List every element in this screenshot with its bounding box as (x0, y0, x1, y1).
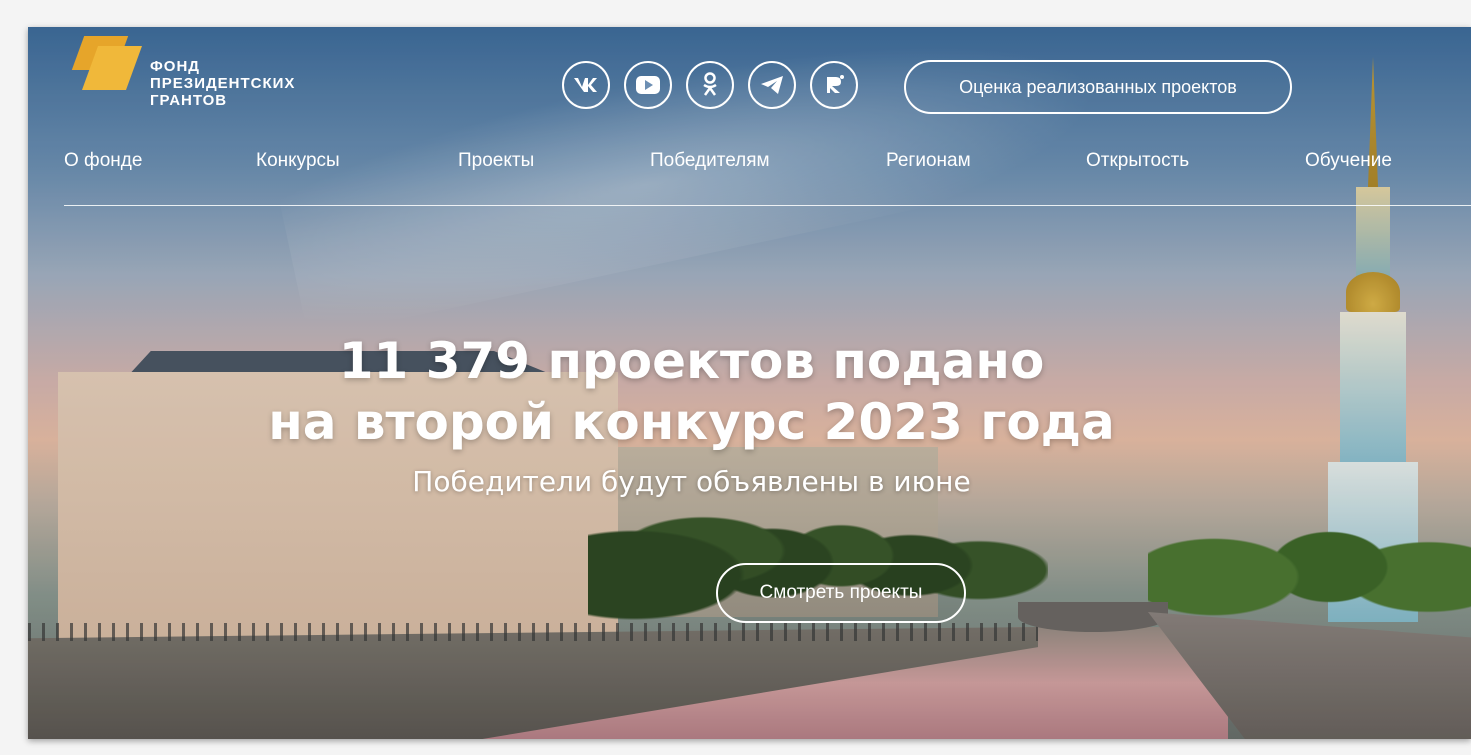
social-links (562, 61, 858, 109)
nav-item-projects[interactable]: Проекты (458, 150, 534, 172)
logo-line: ФОНД (150, 58, 200, 75)
main-nav: О фонде Конкурсы Проекты Победителям Рег… (64, 147, 1471, 206)
youtube-icon[interactable] (624, 61, 672, 109)
logo-text: ФОНД ПРЕЗИДЕНТСКИХ ГРАНТОВ (150, 58, 295, 109)
nav-item-education[interactable]: Обучение (1305, 150, 1392, 172)
nav-item-openness[interactable]: Открытость (1086, 150, 1189, 172)
telegram-icon[interactable] (748, 61, 796, 109)
hero-subtitle: Победители будут объявлены в июне (412, 465, 971, 498)
logo-line: ГРАНТОВ (150, 92, 228, 109)
hero-title-line: на второй конкурс 2023 года (268, 393, 1115, 451)
vk-icon[interactable] (562, 61, 610, 109)
site-logo[interactable]: ФОНД ПРЕЗИДЕНТСКИХ ГРАНТОВ (71, 30, 295, 109)
nav-item-about[interactable]: О фонде (64, 150, 142, 172)
rutube-icon[interactable] (810, 61, 858, 109)
hero-title: 11 379 проектов подано на второй конкурс… (28, 331, 1355, 453)
hero-banner: ФОНД ПРЕЗИДЕНТСКИХ ГРАНТОВ Оценка реализ… (28, 27, 1471, 739)
nav-item-contests[interactable]: Конкурсы (256, 150, 340, 172)
hero-title-line: 11 379 проектов подано (338, 332, 1045, 390)
logo-line: ПРЕЗИДЕНТСКИХ (150, 75, 296, 92)
odnoklassniki-icon[interactable] (686, 61, 734, 109)
nav-item-regions[interactable]: Регионам (886, 150, 971, 172)
logo-mark-icon (71, 30, 143, 94)
projects-evaluation-button[interactable]: Оценка реализованных проектов (904, 60, 1292, 114)
view-projects-button[interactable]: Смотреть проекты (716, 563, 966, 623)
nav-item-winners[interactable]: Победителям (650, 150, 770, 172)
